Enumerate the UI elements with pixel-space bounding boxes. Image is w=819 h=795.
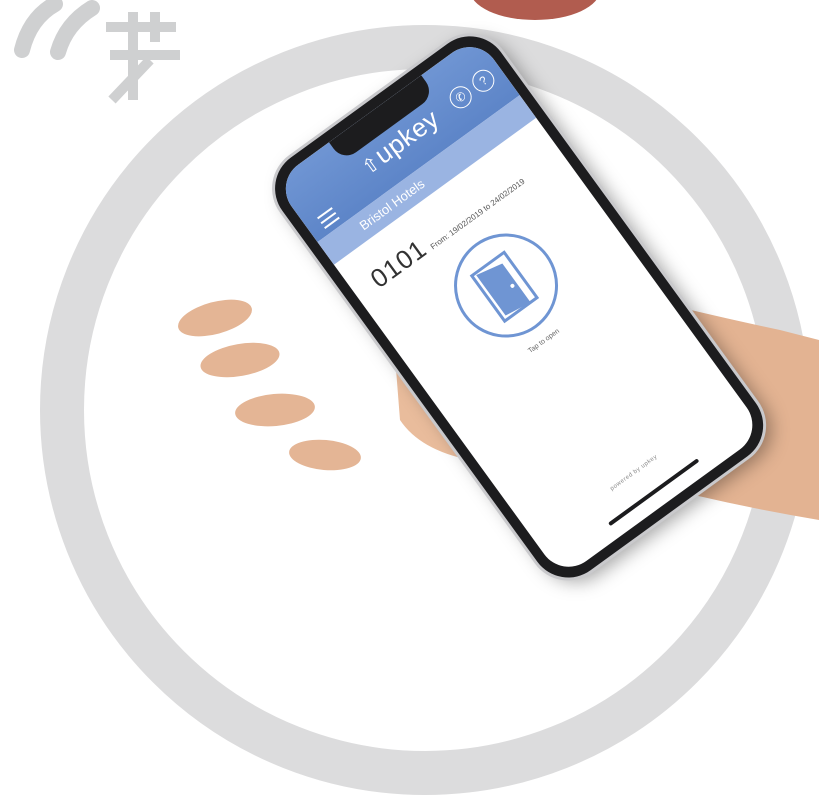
powered-by-label: powered by upkey <box>609 454 659 493</box>
phone-icon[interactable]: ✆ <box>445 81 477 113</box>
room-number: 0101 <box>364 233 433 294</box>
hamburger-menu-icon[interactable] <box>317 207 340 229</box>
info-icon[interactable]: ? <box>467 65 499 97</box>
open-door-icon <box>469 250 540 324</box>
